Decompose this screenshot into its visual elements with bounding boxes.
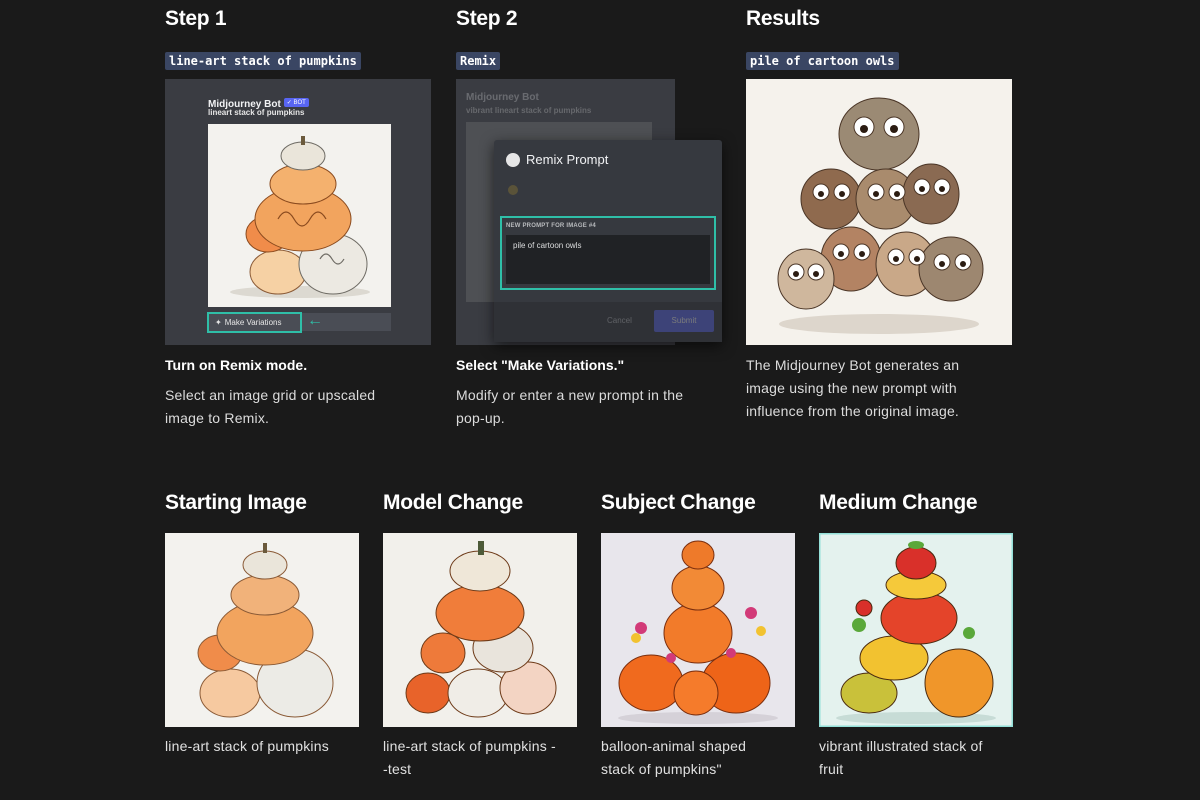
step1-desc-line: Select an image grid or upscaled: [165, 387, 376, 403]
medium-change-heading: Medium Change: [819, 491, 978, 514]
step2-desc-line: pop-up.: [456, 410, 505, 426]
arrow-left-icon: ←: [307, 312, 323, 329]
results-description: The Midjourney Bot generates an image us…: [746, 354, 959, 423]
step2-description: Modify or enter a new prompt in the pop-…: [456, 384, 683, 430]
caption-line: fruit: [819, 761, 844, 777]
new-prompt-field-highlight: NEW PROMPT FOR IMAGE #4 pile of cartoon …: [500, 216, 716, 290]
results-desc-line: The Midjourney Bot generates an: [746, 357, 960, 373]
medium-change-caption: vibrant illustrated stack of fruit: [819, 735, 983, 781]
pumpkin-stack-illustration: [208, 124, 391, 307]
midjourney-boat-icon: [506, 153, 520, 167]
make-variations-button[interactable]: ✦ Make Variations: [207, 312, 302, 333]
step2-title: Select "Make Variations.": [456, 357, 625, 373]
make-variations-label: Make Variations: [224, 318, 282, 327]
model-change-image: [383, 533, 577, 727]
fruit-stack-illustration: [819, 533, 1013, 727]
pumpkin-grid-image: [208, 124, 391, 307]
pumpkin-test-illustration: [383, 533, 577, 727]
pumpkin-lineart-illustration: [165, 533, 359, 727]
faded-prompt: vibrant lineart stack of pumpkins: [466, 106, 592, 115]
step1-heading: Step 1: [165, 7, 227, 30]
submit-button[interactable]: Submit: [654, 310, 714, 332]
starting-image: [165, 533, 359, 727]
results-desc-line: influence from the original image.: [746, 403, 960, 419]
modal-footer: Cancel Submit: [494, 302, 722, 342]
caption-line: stack of pumpkins": [601, 761, 722, 777]
owls-result-image: [746, 79, 1012, 345]
sparkle-icon: ✦: [215, 318, 222, 327]
results-desc-line: image using the new prompt with: [746, 380, 957, 396]
faded-notice: [508, 182, 708, 204]
bot-prompt-text: lineart stack of pumpkins: [208, 108, 305, 117]
caption-line: vibrant illustrated stack of: [819, 738, 983, 754]
owl-pile-illustration: [777, 97, 984, 334]
remix-prompt-modal: Remix Prompt NEW PROMPT FOR IMAGE #4 pil…: [494, 140, 722, 342]
new-prompt-input[interactable]: pile of cartoon owls: [506, 235, 710, 284]
caption-line: balloon-animal shaped: [601, 738, 747, 754]
faded-bot-name: Midjourney Bot: [466, 92, 539, 103]
caption-line: line-art stack of pumpkins: [165, 738, 329, 754]
caption-line: -test: [383, 761, 412, 777]
step1-title: Turn on Remix mode.: [165, 357, 308, 373]
cancel-button[interactable]: Cancel: [607, 316, 632, 325]
results-heading: Results: [746, 7, 820, 30]
medium-change-image: [819, 533, 1013, 727]
new-prompt-label: NEW PROMPT FOR IMAGE #4: [506, 223, 596, 229]
model-change-caption: line-art stack of pumpkins - -test: [383, 735, 556, 781]
step2-desc-line: Modify or enter a new prompt in the: [456, 387, 684, 403]
starting-image-heading: Starting Image: [165, 491, 307, 514]
step2-prompt-chip: Remix: [456, 52, 501, 70]
subject-change-caption: balloon-animal shaped stack of pumpkins": [601, 735, 746, 781]
step1-discord-screenshot: Midjourney Bot ✓ BOT lineart stack of pum…: [165, 79, 431, 345]
results-prompt-chip: pile of cartoon owls: [746, 52, 899, 70]
step1-prompt-chip: line-art stack of pumpkins: [165, 52, 361, 70]
pumpkin-balloon-illustration: [601, 533, 795, 727]
step1-description: Select an image grid or upscaled image t…: [165, 384, 375, 430]
remix-prompt-title: Remix Prompt: [526, 152, 609, 167]
starting-image-caption: line-art stack of pumpkins: [165, 735, 329, 758]
subject-change-image: [601, 533, 795, 727]
model-change-heading: Model Change: [383, 491, 523, 514]
caption-line: line-art stack of pumpkins -: [383, 738, 556, 754]
new-prompt-value: pile of cartoon owls: [513, 241, 582, 250]
subject-change-heading: Subject Change: [601, 491, 756, 514]
bot-badge: ✓ BOT: [283, 98, 309, 108]
step2-heading: Step 2: [456, 7, 518, 30]
step1-desc-line: image to Remix.: [165, 410, 270, 426]
